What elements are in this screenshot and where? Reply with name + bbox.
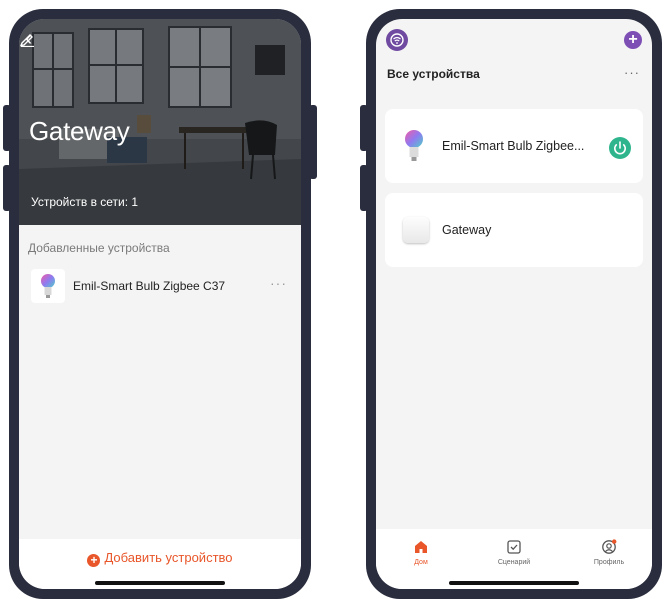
bottom-bar: + Добавить устройство [19, 539, 301, 589]
page-title: Gateway [29, 116, 130, 146]
add-icon[interactable]: + [624, 31, 642, 49]
home-icon [415, 541, 427, 553]
room-photo-header: ‹ Gateway Устройств в сети: 1 [19, 19, 301, 225]
tab-label: Профиль [593, 559, 625, 566]
volume-button [3, 105, 11, 151]
volume-button [360, 105, 368, 151]
bulb-icon [405, 130, 423, 161]
power-toggle-icon[interactable] [609, 137, 631, 159]
phone-right: + Все устройства ··· Emil-Smart Bulb Zig… [360, 9, 662, 599]
device-name: Emil-Smart Bulb Zigbee... [442, 139, 585, 153]
device-row[interactable]: Emil-Smart Bulb Zigbee C37 ··· [19, 265, 301, 311]
gateway-icon [403, 217, 429, 243]
device-name: Emil-Smart Bulb Zigbee C37 [73, 279, 226, 293]
tab-label: Дом [414, 559, 428, 566]
tab-bar: Дом Сценарий Профиль [376, 529, 652, 589]
plus-icon: + [87, 554, 101, 567]
checkbox-icon [507, 540, 521, 554]
screen-gateway-detail: ‹ Gateway Устройств в сети: 1 Добавленны… [19, 19, 301, 589]
home-avatar-icon[interactable] [386, 29, 408, 51]
section-label: Добавленные устройства [28, 241, 170, 255]
volume-button [3, 165, 11, 211]
power-side-button [309, 105, 317, 179]
header-title: Все устройства [387, 67, 480, 81]
bulb-icon [31, 269, 65, 303]
tab-label: Сценарий [497, 559, 531, 566]
tab-scenario[interactable]: Сценарий [479, 539, 549, 566]
profile-icon [602, 539, 617, 554]
tab-profile[interactable]: Профиль [574, 539, 644, 566]
phone-left: ‹ Gateway Устройств в сети: 1 Добавленны… [3, 9, 317, 599]
more-icon[interactable]: ··· [270, 275, 287, 291]
add-device-button[interactable]: + Добавить устройство [19, 550, 301, 567]
home-indicator [449, 581, 579, 585]
add-device-label: Добавить устройство [104, 550, 233, 565]
more-icon[interactable]: ··· [624, 65, 640, 80]
device-card[interactable]: Gateway [385, 193, 643, 267]
screen-all-devices: + Все устройства ··· Emil-Smart Bulb Zig… [376, 19, 652, 589]
device-card[interactable]: Emil-Smart Bulb Zigbee... [385, 109, 643, 183]
device-name: Gateway [442, 223, 492, 237]
home-indicator [95, 581, 225, 585]
online-count: Устройств в сети: 1 [31, 195, 139, 209]
tab-home[interactable]: Дом [386, 539, 456, 566]
volume-button [360, 165, 368, 211]
edit-icon[interactable] [19, 31, 35, 47]
